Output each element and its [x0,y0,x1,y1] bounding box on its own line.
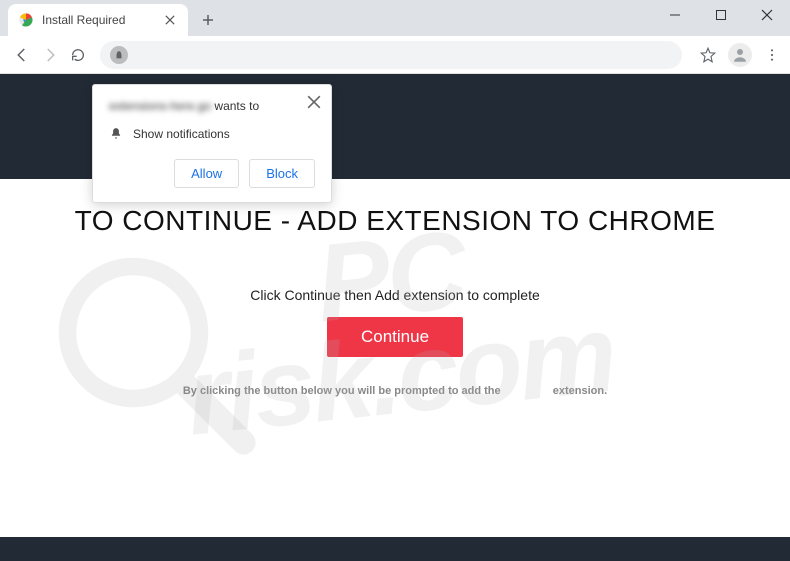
legal-suffix: extension. [553,385,607,397]
minimize-button[interactable] [652,0,698,30]
permission-label: Show notifications [133,127,230,141]
back-button[interactable] [8,41,36,69]
permission-origin-domain: extensions-here.go [109,99,211,113]
permission-item: Show notifications [109,127,315,141]
tab-close-icon[interactable] [162,12,178,28]
permission-actions: Allow Block [109,159,315,188]
permission-wants-to: wants to [214,99,259,113]
continue-button[interactable]: Continue [327,317,463,357]
browser-tab[interactable]: Install Required [8,4,188,36]
profile-avatar-icon[interactable] [728,43,752,67]
page-subtext: Click Continue then Add extension to com… [0,287,790,303]
footer-dark-band [0,537,790,561]
close-window-button[interactable] [744,0,790,30]
address-bar[interactable] [100,41,682,69]
page-content: PC risk.com TO CONTINUE - ADD EXTENSION … [0,74,790,561]
forward-button[interactable] [36,41,64,69]
notification-permission-dialog: extensions-here.go wants to Show notific… [92,84,332,203]
maximize-button[interactable] [698,0,744,30]
legal-prefix: By clicking the button below you will be… [183,385,501,397]
watermark-magnifier-icon [40,239,260,459]
tab-favicon-icon [18,12,34,28]
lock-icon[interactable] [110,46,128,64]
window-controls [652,0,790,30]
allow-button[interactable]: Allow [174,159,239,188]
legal-text: By clicking the button below you will be… [0,385,790,397]
toolbar [0,36,790,74]
tab-title: Install Required [42,13,125,27]
bookmark-star-icon[interactable] [698,45,718,65]
close-icon[interactable] [307,95,321,109]
bell-icon [109,127,123,141]
permission-origin: extensions-here.go wants to [109,99,315,113]
kebab-menu-icon[interactable] [762,45,782,65]
toolbar-right [698,43,782,67]
new-tab-button[interactable] [194,6,222,34]
reload-button[interactable] [64,41,92,69]
block-button[interactable]: Block [249,159,315,188]
page-headline: TO CONTINUE - ADD EXTENSION TO CHROME [0,205,790,237]
